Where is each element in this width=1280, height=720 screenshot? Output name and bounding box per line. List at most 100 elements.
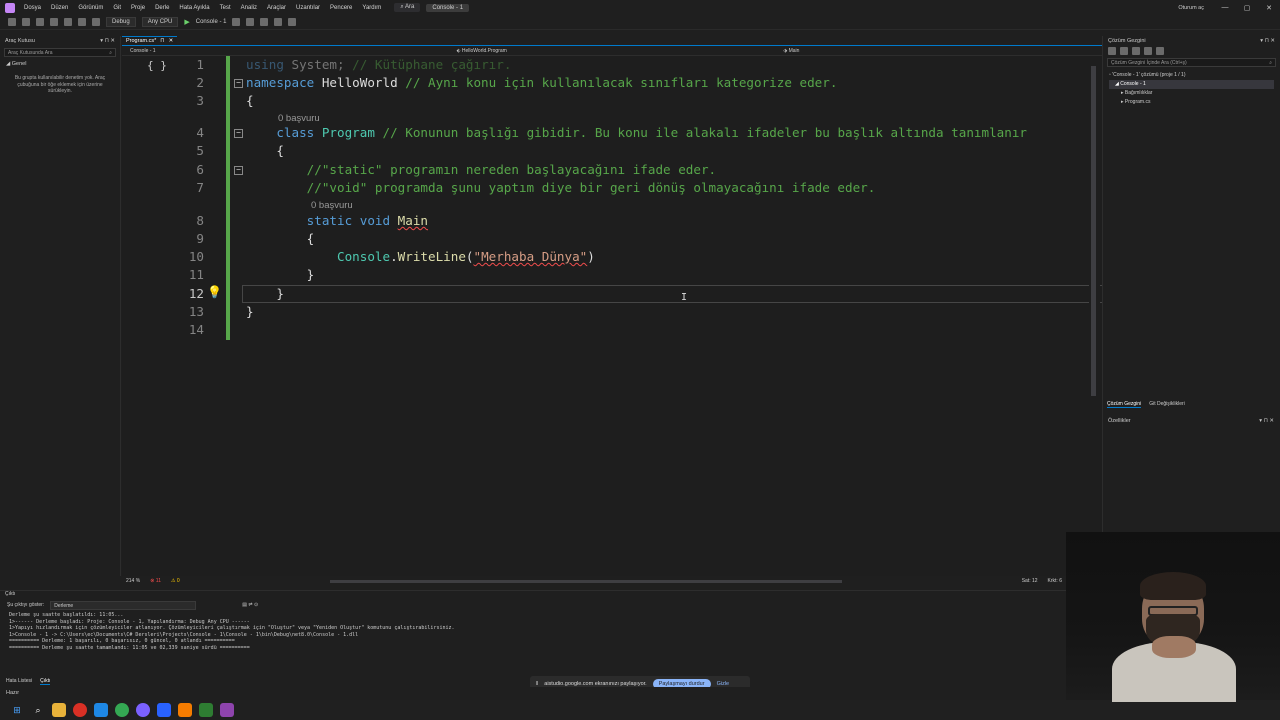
- code-token: WriteLine: [397, 249, 466, 264]
- search-box[interactable]: ⌕ Ara: [394, 3, 421, 12]
- pin-icon[interactable]: ▾ ⊓ ✕: [1260, 38, 1275, 44]
- wrench-icon[interactable]: [1156, 47, 1164, 55]
- forward-icon[interactable]: [22, 18, 30, 26]
- sign-in-link[interactable]: Oturum aç: [1178, 5, 1214, 11]
- app-icon[interactable]: [136, 703, 150, 717]
- home-icon[interactable]: [1108, 47, 1116, 55]
- zoom-level[interactable]: 214 %: [126, 578, 140, 584]
- tab-program-cs[interactable]: Program.cs* ⊓ ✕: [122, 36, 178, 45]
- code-token: // Aynı konu için kullanılacak sınıfları…: [405, 75, 838, 90]
- line-position: Sat: 12: [1021, 578, 1038, 584]
- excel-icon[interactable]: [199, 703, 213, 717]
- menu-item[interactable]: Düzen: [46, 5, 73, 11]
- member-dropdown-label: Main: [788, 47, 800, 54]
- fold-toggle-icon[interactable]: −: [234, 79, 243, 88]
- line-number: 8: [196, 213, 204, 228]
- tree-item-dependencies[interactable]: ▸ Bağımlılıklar: [1109, 89, 1274, 98]
- warning-count-icon[interactable]: ⚠ 0: [171, 578, 180, 584]
- menu-item[interactable]: Derle: [150, 5, 174, 11]
- class-dropdown[interactable]: ⬖ HelloWorld.Program: [449, 48, 776, 54]
- menu-item[interactable]: Analiz: [236, 5, 262, 11]
- uncomment-icon[interactable]: [274, 18, 283, 26]
- fold-toggle-icon[interactable]: −: [234, 166, 243, 175]
- back-icon[interactable]: [8, 18, 16, 26]
- menu-item[interactable]: Proje: [126, 5, 150, 11]
- opera-icon[interactable]: [73, 703, 87, 717]
- clear-output-icon[interactable]: ▤ ⇌ ⊙: [242, 602, 258, 608]
- tree-item-project[interactable]: ◢ Console - 1: [1109, 80, 1274, 89]
- app-icon[interactable]: [157, 703, 171, 717]
- class-dropdown-label: HelloWorld.Program: [461, 47, 507, 54]
- vertical-scrollbar[interactable]: [1089, 56, 1100, 576]
- lightbulb-icon[interactable]: 💡: [207, 285, 222, 299]
- app-icon[interactable]: [178, 703, 192, 717]
- text-cursor-icon: I: [681, 292, 688, 303]
- tree-item-program-cs[interactable]: ▸ Program.cs: [1109, 98, 1274, 107]
- collapse-icon[interactable]: [1144, 47, 1152, 55]
- menu-item[interactable]: Görünüm: [73, 5, 108, 11]
- toolbox-group-general[interactable]: ◢ Genel: [0, 59, 120, 69]
- error-count-icon[interactable]: ⊗ 11: [150, 578, 161, 584]
- line-number: 4: [196, 125, 204, 140]
- solution-search-input[interactable]: Çözüm Gezgini İçinde Ara (Ctrl+ş) ⌕: [1107, 58, 1276, 67]
- pin-icon[interactable]: ▾ ⊓ ✕: [100, 38, 115, 44]
- person-hands: [1152, 636, 1196, 658]
- codelens-references[interactable]: 0 başvuru: [278, 113, 320, 124]
- menu-item[interactable]: Test: [215, 5, 236, 11]
- pin-icon[interactable]: ⊓: [160, 38, 164, 44]
- menu-item[interactable]: Araçlar: [262, 5, 291, 11]
- menu-item[interactable]: Uzantılar: [291, 5, 325, 11]
- file-explorer-icon[interactable]: [52, 703, 66, 717]
- close-icon[interactable]: ✕: [169, 38, 174, 44]
- fold-toggle-icon[interactable]: −: [234, 129, 243, 138]
- horizontal-scrollbar[interactable]: [329, 579, 842, 583]
- vscode-icon[interactable]: [94, 703, 108, 717]
- menu-item[interactable]: Dosya: [19, 5, 46, 11]
- save-all-icon[interactable]: [64, 18, 72, 26]
- scrollbar-thumb[interactable]: [1091, 66, 1096, 396]
- menu-item[interactable]: Yardım: [357, 5, 386, 11]
- visual-studio-icon[interactable]: [220, 703, 234, 717]
- chrome-icon[interactable]: [115, 703, 129, 717]
- search-icon[interactable]: ⌕: [31, 703, 45, 717]
- tab-error-list[interactable]: Hata Listesi: [6, 678, 32, 684]
- run-target-button[interactable]: Console - 1: [196, 19, 227, 25]
- menu-item[interactable]: Hata Ayıkla: [174, 5, 214, 11]
- maximize-button[interactable]: ▢: [1236, 4, 1258, 12]
- minimize-button[interactable]: —: [1214, 4, 1236, 11]
- code-token: }: [246, 286, 284, 301]
- menu-item[interactable]: Pencere: [325, 5, 357, 11]
- menu-item[interactable]: Git: [108, 5, 126, 11]
- tab-git-changes[interactable]: Git Değişiklikleri: [1149, 401, 1185, 408]
- new-file-icon[interactable]: [36, 18, 44, 26]
- output-source-dropdown[interactable]: Derleme: [50, 600, 197, 610]
- pin-icon[interactable]: ▾ ⊓ ✕: [1259, 418, 1274, 424]
- codelens-references[interactable]: 0 başvuru: [311, 200, 353, 211]
- hot-reload-icon[interactable]: [246, 18, 255, 26]
- redo-icon[interactable]: [92, 18, 100, 26]
- start-without-debug-icon[interactable]: [232, 18, 241, 26]
- comment-icon[interactable]: [260, 18, 269, 26]
- save-icon[interactable]: [50, 18, 58, 26]
- menu-bar: Dosya Düzen Görünüm Git Proje Derle Hata Ayıkl…: [19, 5, 386, 11]
- toolbox-search-input[interactable]: Araç Kutusunda Ara ⌕: [4, 48, 116, 57]
- project-dropdown[interactable]: Console - 1: [122, 48, 449, 54]
- bookmark-icon[interactable]: [288, 18, 297, 26]
- refresh-icon[interactable]: [1132, 47, 1140, 55]
- sync-icon[interactable]: [1120, 47, 1128, 55]
- configuration-dropdown[interactable]: Debug: [106, 17, 136, 27]
- tree-item-solution[interactable]: ▫ 'Console - 1' çözümü (proje 1 / 1): [1109, 71, 1274, 80]
- code-area[interactable]: { } 💡 − − − 0 başvuru 0 başvuru 1 using S…: [122, 56, 1208, 574]
- undo-icon[interactable]: [78, 18, 86, 26]
- member-dropdown[interactable]: ⬗ Main: [775, 48, 1102, 54]
- tab-output[interactable]: Çıktı: [40, 678, 51, 685]
- windows-start-icon[interactable]: ⊞: [10, 703, 24, 717]
- code-text: //"void" programda şunu yaptım diye bir …: [246, 179, 876, 197]
- close-button[interactable]: ✕: [1258, 4, 1280, 12]
- tab-solution-explorer[interactable]: Çözüm Gezgini: [1107, 401, 1142, 408]
- run-icon[interactable]: ▶: [184, 18, 189, 26]
- solution-search-placeholder: Çözüm Gezgini İçinde Ara (Ctrl+ş): [1111, 59, 1187, 66]
- platform-dropdown[interactable]: Any CPU: [141, 17, 179, 27]
- code-token: namespace: [246, 75, 322, 90]
